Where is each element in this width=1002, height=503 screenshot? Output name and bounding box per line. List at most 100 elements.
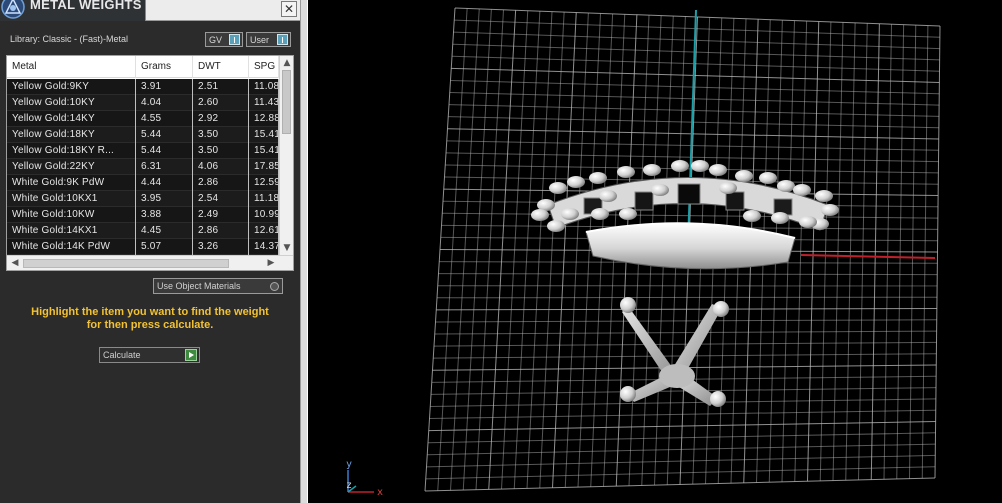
scroll-left-icon[interactable]: ◀ bbox=[8, 256, 22, 270]
prong-ball bbox=[815, 190, 833, 202]
library-label: Library: Classic - (Fast)-Metal bbox=[10, 34, 129, 44]
cell-grams: 4.44 bbox=[136, 175, 193, 191]
cell-grams: 5.07 bbox=[136, 239, 193, 255]
prong-ball bbox=[821, 204, 839, 216]
user-toggle[interactable]: User bbox=[246, 32, 291, 47]
cell-spg: 11.43 bbox=[249, 95, 279, 111]
viewport-canvas bbox=[347, 7, 941, 493]
column-header-metal[interactable]: Metal bbox=[7, 56, 136, 78]
prong-ball bbox=[589, 172, 607, 184]
table-row[interactable]: White Gold:14KX1 4.45 2.86 12.61 bbox=[7, 223, 279, 239]
cell-metal: White Gold:10KX1 bbox=[7, 191, 136, 207]
table-row[interactable]: White Gold:14K PdW 5.07 3.26 14.37 bbox=[7, 239, 279, 255]
cell-metal: White Gold:14K PdW bbox=[7, 239, 136, 255]
column-header-grams[interactable]: Grams bbox=[136, 56, 193, 78]
cell-spg: 12.88 bbox=[249, 111, 279, 127]
metal-weights-panel: METAL WEIGHTS ✕ Library: Classic - (Fast… bbox=[0, 0, 300, 503]
cell-spg: 12.59 bbox=[249, 175, 279, 191]
horizontal-scroll-thumb[interactable] bbox=[23, 259, 229, 268]
cell-spg: 17.85 bbox=[249, 159, 279, 175]
title-bar: METAL WEIGHTS ✕ bbox=[0, 0, 300, 21]
cell-dwt: 2.92 bbox=[193, 111, 249, 127]
scroll-right-icon[interactable]: ▶ bbox=[264, 256, 278, 270]
cell-spg: 15.41 bbox=[249, 143, 279, 159]
vertical-scroll-thumb[interactable] bbox=[282, 70, 291, 134]
column-header-spg[interactable]: SPG bbox=[249, 56, 279, 78]
table-row[interactable]: White Gold:10KW 3.88 2.49 10.99 bbox=[7, 207, 279, 223]
table-row[interactable]: Yellow Gold:14KY 4.55 2.92 12.88 bbox=[7, 111, 279, 127]
cell-grams: 4.55 bbox=[136, 111, 193, 127]
user-toggle-label: User bbox=[250, 34, 270, 45]
table-row[interactable]: Yellow Gold:22KY 6.31 4.06 17.85 bbox=[7, 159, 279, 175]
table-row[interactable]: White Gold:9K PdW 4.44 2.86 12.59 bbox=[7, 175, 279, 191]
prong-ball bbox=[709, 164, 727, 176]
prong-ball bbox=[719, 182, 737, 194]
cell-spg: 14.37 bbox=[249, 239, 279, 255]
vertical-scrollbar[interactable]: ▲ ▼ bbox=[279, 56, 293, 255]
cell-dwt: 2.54 bbox=[193, 191, 249, 207]
close-button[interactable]: ✕ bbox=[281, 1, 297, 17]
prong-ball bbox=[771, 212, 789, 224]
prong-ball bbox=[643, 164, 661, 176]
table-row[interactable]: Yellow Gold:10KY 4.04 2.60 11.43 bbox=[7, 95, 279, 111]
table-row[interactable]: Yellow Gold:18KY R... 5.44 3.50 15.41 bbox=[7, 143, 279, 159]
cell-metal: Yellow Gold:14KY bbox=[7, 111, 136, 127]
cell-spg: 10.99 bbox=[249, 207, 279, 223]
prong-ball bbox=[799, 216, 817, 228]
cell-metal: White Gold:10KW bbox=[7, 207, 136, 223]
panel-splitter[interactable] bbox=[300, 0, 308, 503]
cell-grams: 6.31 bbox=[136, 159, 193, 175]
prong-ball bbox=[619, 208, 637, 220]
cell-dwt: 2.60 bbox=[193, 95, 249, 111]
column-header-dwt[interactable]: DWT bbox=[193, 56, 249, 78]
cell-metal: Yellow Gold:18KY R... bbox=[7, 143, 136, 159]
x-axis-label: x bbox=[377, 487, 384, 498]
cell-grams: 5.44 bbox=[136, 143, 193, 159]
play-arrow-icon bbox=[185, 349, 197, 361]
cell-grams: 4.04 bbox=[136, 95, 193, 111]
cell-spg: 15.41 bbox=[249, 127, 279, 143]
prong-ball bbox=[547, 220, 565, 232]
cell-grams: 3.91 bbox=[136, 79, 193, 95]
cell-spg: 11.08 bbox=[249, 79, 279, 95]
y-axis-label: y bbox=[346, 459, 353, 470]
gv-toggle[interactable]: GV bbox=[205, 32, 243, 47]
cell-spg: 12.61 bbox=[249, 223, 279, 239]
scroll-up-icon[interactable]: ▲ bbox=[280, 56, 294, 70]
use-object-materials-option[interactable]: Use Object Materials bbox=[153, 278, 283, 294]
instruction-line-2: for then press calculate. bbox=[86, 319, 214, 331]
cell-metal: Yellow Gold:18KY bbox=[7, 127, 136, 143]
cell-grams: 3.88 bbox=[136, 207, 193, 223]
cell-grams: 3.95 bbox=[136, 191, 193, 207]
cell-dwt: 2.86 bbox=[193, 175, 249, 191]
prong-ball bbox=[561, 208, 579, 220]
cell-metal: White Gold:9K PdW bbox=[7, 175, 136, 191]
prong-ball bbox=[759, 172, 777, 184]
gv-toggle-label: GV bbox=[209, 34, 223, 45]
table-row[interactable]: Yellow Gold:18KY 5.44 3.50 15.41 bbox=[7, 127, 279, 143]
instruction-line-1: Highlight the item you want to find the … bbox=[31, 306, 269, 318]
cell-dwt: 2.51 bbox=[193, 79, 249, 95]
prong-ball bbox=[671, 160, 689, 172]
metal-table: Metal Grams DWT SPG Yellow Gold:9KY 3.91 2… bbox=[6, 55, 294, 271]
prong-ball bbox=[549, 182, 567, 194]
cell-spg: 11.18 bbox=[249, 191, 279, 207]
3d-viewport[interactable]: y z x bbox=[308, 0, 1002, 503]
cell-grams: 5.44 bbox=[136, 127, 193, 143]
window-title: METAL WEIGHTS bbox=[30, 0, 142, 12]
prong-ball bbox=[617, 166, 635, 178]
prong-ball bbox=[793, 184, 811, 196]
calculate-label: Calculate bbox=[103, 350, 141, 360]
scroll-down-icon[interactable]: ▼ bbox=[280, 241, 294, 255]
prong-ball bbox=[651, 184, 669, 196]
table-row[interactable]: Yellow Gold:9KY 3.91 2.51 11.08 bbox=[7, 79, 279, 95]
table-row[interactable]: White Gold:10KX1 3.95 2.54 11.18 bbox=[7, 191, 279, 207]
cell-metal: Yellow Gold:22KY bbox=[7, 159, 136, 175]
calculate-button[interactable]: Calculate bbox=[99, 347, 200, 363]
horizontal-scrollbar[interactable]: ◀ ▶ bbox=[7, 255, 293, 270]
cell-dwt: 3.50 bbox=[193, 127, 249, 143]
cell-dwt: 3.26 bbox=[193, 239, 249, 255]
toggle-switch-icon bbox=[229, 34, 240, 45]
prong-ball bbox=[567, 176, 585, 188]
use-object-materials-label: Use Object Materials bbox=[157, 281, 241, 291]
